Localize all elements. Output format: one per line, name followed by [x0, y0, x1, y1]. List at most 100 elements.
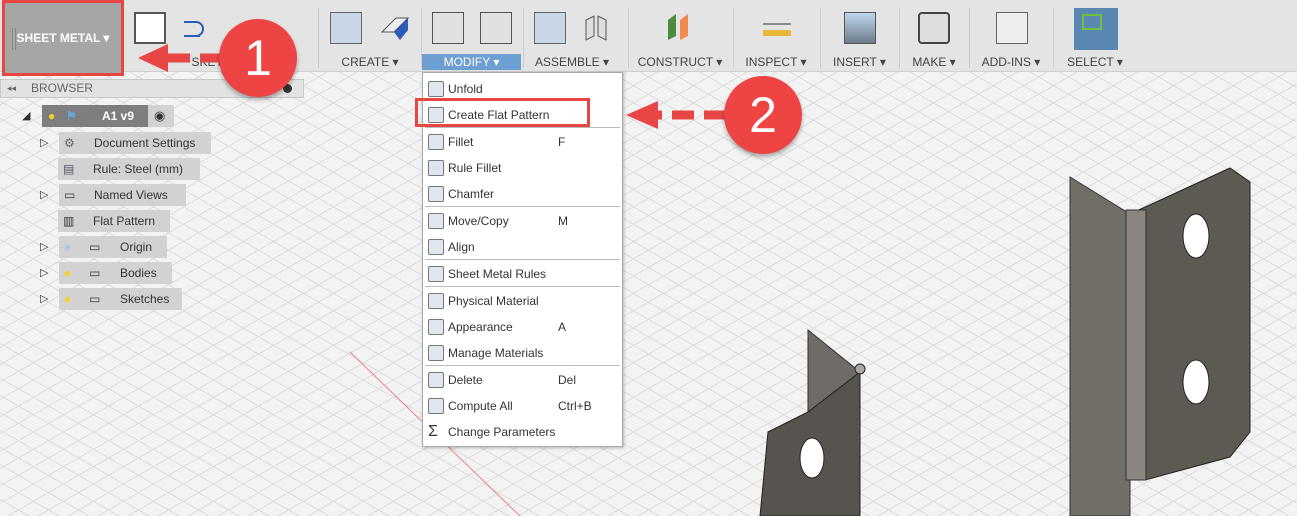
insert-image-icon[interactable]: [844, 12, 876, 44]
folder-icon: ▭: [64, 188, 76, 202]
menu-item-change-parameters[interactable]: Σ Change Parameters: [423, 420, 622, 444]
addins-label[interactable]: ADD-INS ▾: [970, 54, 1052, 70]
flange-icon[interactable]: [378, 12, 410, 44]
new-component-icon[interactable]: [534, 12, 566, 44]
addins-group[interactable]: ADD-INS ▾: [970, 0, 1052, 72]
modify-group[interactable]: MODIFY ▾: [422, 0, 521, 72]
menu-item-label: Rule Fillet: [448, 161, 502, 175]
expanded-triangle-icon[interactable]: ◢: [22, 109, 30, 122]
menu-item-label: Align: [448, 240, 475, 254]
flat-pattern-icon[interactable]: [480, 12, 512, 44]
menu-item-label: Physical Material: [448, 294, 539, 308]
lightbulb-icon[interactable]: ●: [64, 288, 71, 310]
root-component[interactable]: ● ⚑ A1 v9: [42, 105, 148, 127]
tree-label: Rule: Steel (mm): [93, 162, 184, 176]
menu-item-compute-all[interactable]: Compute All Ctrl+B: [423, 394, 622, 418]
insert-group[interactable]: INSERT ▾: [822, 0, 897, 72]
modify-label[interactable]: MODIFY ▾: [422, 54, 521, 70]
spline-icon[interactable]: [180, 12, 212, 44]
part-flange-large: [1069, 176, 1131, 516]
construct-label[interactable]: CONSTRUCT ▾: [630, 54, 730, 70]
sigma-icon: Σ: [428, 423, 438, 440]
menu-item-align[interactable]: Align: [423, 235, 622, 259]
tree-item-sketches[interactable]: ● ▭ Sketches: [59, 288, 182, 310]
menu-item-label: Manage Materials: [448, 346, 544, 360]
expand-icon[interactable]: ▷: [40, 188, 48, 201]
menu-item-fillet[interactable]: Fillet F: [423, 130, 622, 154]
inspect-label[interactable]: INSPECT ▾: [735, 54, 817, 70]
make-group[interactable]: MAKE ▾: [900, 0, 968, 72]
menu-item-chamfer[interactable]: Chamfer: [423, 182, 622, 206]
measure-icon[interactable]: [761, 12, 793, 44]
highlight-box-create-flat-pattern: [415, 98, 590, 127]
expand-icon[interactable]: ▷: [40, 136, 48, 149]
tree-label: Document Settings: [94, 136, 196, 150]
tree-item-named-views[interactable]: ▭ Named Views: [59, 184, 186, 206]
folder-icon: ▭: [89, 266, 101, 280]
menu-item-rule-fillet[interactable]: Rule Fillet: [423, 156, 622, 180]
menu-item-appearance[interactable]: Appearance A: [423, 315, 622, 339]
offset-plane-icon[interactable]: [664, 12, 696, 44]
select-label[interactable]: SELECT ▾: [1055, 54, 1135, 70]
select-icon[interactable]: [1074, 8, 1118, 50]
expand-icon[interactable]: ▷: [40, 266, 48, 279]
make-label[interactable]: MAKE ▾: [900, 54, 968, 70]
activate-radio[interactable]: ◉: [148, 105, 174, 127]
menu-separator: [425, 206, 620, 207]
menu-item-delete[interactable]: Delete Del: [423, 368, 622, 392]
sheet-metal-rules-icon: [428, 266, 444, 282]
menu-item-label: Sheet Metal Rules: [448, 267, 547, 281]
menu-separator: [425, 365, 620, 366]
expand-icon[interactable]: ▷: [40, 292, 48, 305]
fillet-icon: [428, 134, 444, 150]
3d-print-icon[interactable]: [918, 12, 950, 44]
align-icon: [428, 239, 444, 255]
tree-item-flat-pattern[interactable]: ▥ Flat Pattern: [58, 210, 170, 232]
inspect-group[interactable]: INSPECT ▾: [735, 0, 817, 72]
create-label[interactable]: CREATE ▾: [320, 54, 420, 70]
tree-label: Flat Pattern: [93, 214, 156, 228]
modify-dropdown-menu: Unfold Create Flat Pattern Fillet F Rule Fil…: [422, 72, 623, 447]
menu-separator: [425, 286, 620, 287]
assemble-group[interactable]: ASSEMBLE ▾: [524, 0, 620, 72]
part-hole: [799, 437, 825, 479]
sheet-metal-rules-icon[interactable]: [432, 12, 464, 44]
menu-item-label: Chamfer: [448, 187, 495, 201]
lightbulb-icon[interactable]: ●: [64, 262, 71, 284]
lightbulb-icon[interactable]: ●: [64, 236, 71, 258]
menu-separator: [425, 127, 620, 128]
menu-item-manage-materials[interactable]: Manage Materials: [423, 341, 622, 365]
flat-pattern-icon: ▥: [63, 214, 75, 228]
menu-item-shortcut: A: [558, 320, 567, 334]
tree-item-rule[interactable]: ▤ Rule: Steel (mm): [58, 158, 200, 180]
create-group[interactable]: CREATE ▾: [320, 0, 420, 72]
insert-label[interactable]: INSERT ▾: [822, 54, 897, 70]
tree-item-document-settings[interactable]: ⚙ Document Settings: [59, 132, 211, 154]
expand-icon[interactable]: ▷: [40, 240, 48, 253]
physical-material-icon: [428, 293, 444, 309]
tree-label: Named Views: [94, 188, 168, 202]
new-component-icon[interactable]: [330, 12, 362, 44]
tree-item-origin[interactable]: ● ▭ Origin: [59, 236, 167, 258]
appearance-icon: [428, 319, 444, 335]
menu-item-shortcut: Ctrl+B: [558, 399, 592, 413]
collapse-icon[interactable]: ◂◂: [7, 80, 16, 97]
delete-icon: [428, 372, 444, 388]
menu-item-shortcut: Del: [558, 373, 577, 387]
select-group[interactable]: SELECT ▾: [1055, 0, 1135, 72]
unfold-icon: [428, 81, 444, 97]
menu-item-sheet-metal-rules[interactable]: Sheet Metal Rules: [423, 262, 622, 286]
joint-icon[interactable]: [580, 12, 612, 44]
tree-item-bodies[interactable]: ● ▭ Bodies: [59, 262, 172, 284]
browser-title: BROWSER: [31, 81, 94, 95]
assemble-label[interactable]: ASSEMBLE ▾: [524, 54, 620, 70]
menu-item-move-copy[interactable]: Move/Copy M: [423, 209, 622, 233]
construct-group[interactable]: CONSTRUCT ▾: [630, 0, 730, 72]
menu-item-label: Delete: [448, 373, 483, 387]
move-icon: [428, 213, 444, 229]
menu-item-shortcut: M: [558, 214, 568, 228]
menu-item-physical-material[interactable]: Physical Material: [423, 289, 622, 313]
lightbulb-icon[interactable]: ●: [48, 105, 55, 127]
create-sketch-icon[interactable]: [134, 12, 166, 44]
scripts-icon[interactable]: [996, 12, 1028, 44]
